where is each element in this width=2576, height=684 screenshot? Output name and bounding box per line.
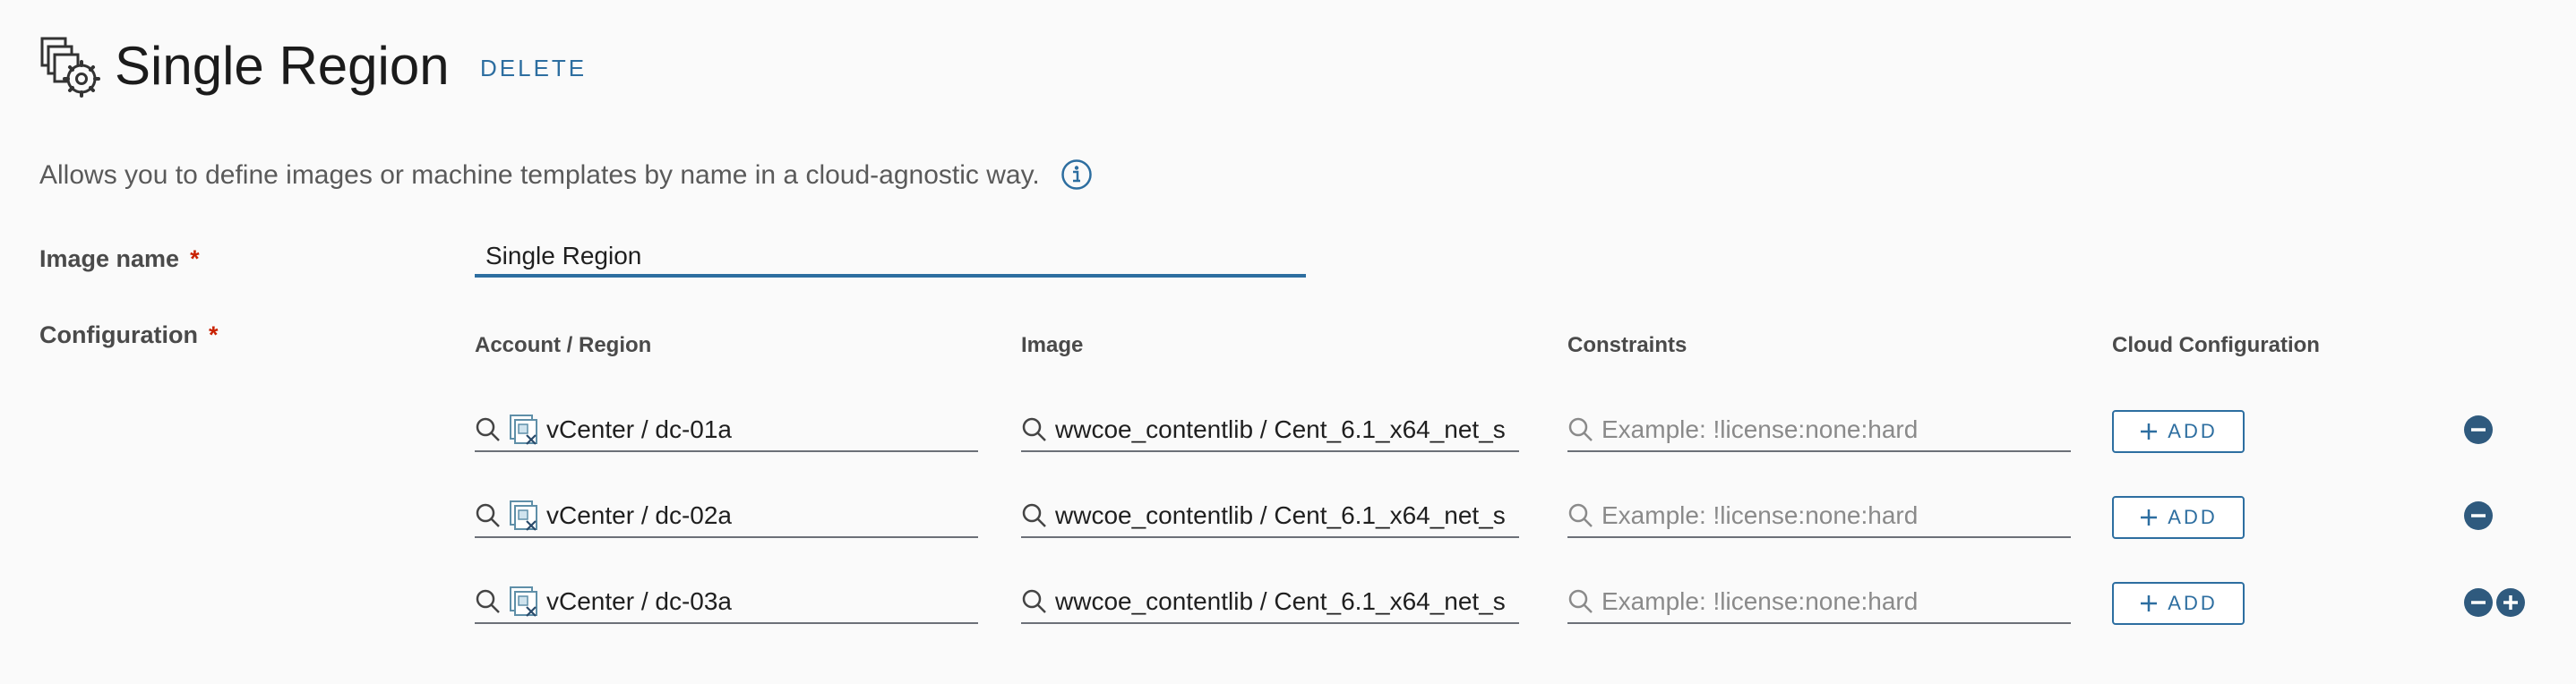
search-icon (1022, 417, 1046, 441)
search-icon (476, 417, 500, 441)
add-cloud-configuration-button[interactable]: ADD (2112, 410, 2245, 453)
delete-button[interactable]: DELETE (480, 54, 587, 82)
add-button-label: ADD (2168, 592, 2218, 614)
search-icon (1568, 589, 1593, 613)
account-region-value: vCenter / dc-02a (546, 501, 732, 529)
constraints-placeholder: Example: !license:none:hard (1601, 587, 1919, 615)
account-region-value: vCenter / dc-01a (546, 415, 732, 443)
account-region-field[interactable]: vCenter / dc-01a (475, 409, 978, 452)
constraints-placeholder: Example: !license:none:hard (1601, 415, 1919, 443)
add-cloud-configuration-button[interactable]: ADD (2112, 582, 2245, 625)
vcenter-account-icon (510, 500, 537, 531)
image-field[interactable]: wwcoe_contentlib / Cent_6.1_x64_net_s (1021, 409, 1519, 452)
account-region-value: vCenter / dc-03a (546, 587, 732, 615)
column-header-cloud-configuration: Cloud Configuration (2112, 333, 2320, 357)
info-circle-icon[interactable] (1060, 158, 1093, 191)
search-icon (1568, 417, 1593, 441)
vcenter-account-icon (510, 415, 537, 445)
account-region-field[interactable]: vCenter / dc-03a (475, 581, 978, 624)
required-marker: * (208, 321, 219, 348)
column-header-constraints: Constraints (1567, 333, 1687, 357)
column-header-image: Image (1021, 333, 1084, 357)
search-icon (476, 503, 500, 527)
account-region-field[interactable]: vCenter / dc-02a (475, 495, 978, 538)
image-value: wwcoe_contentlib / Cent_6.1_x64_net_s (1055, 587, 1506, 615)
plus-circle-icon[interactable] (2495, 587, 2526, 618)
add-button-label: ADD (2168, 420, 2218, 442)
image-profile-gear-icon (40, 37, 100, 98)
required-marker: * (190, 245, 200, 272)
search-icon (1022, 589, 1046, 613)
image-name-label: Image name * (39, 244, 200, 274)
plus-icon (2141, 423, 2158, 440)
image-name-label-text: Image name (39, 245, 180, 272)
constraints-placeholder: Example: !license:none:hard (1601, 501, 1919, 529)
constraints-field[interactable]: Example: !license:none:hard (1567, 581, 2071, 624)
add-button-label: ADD (2168, 506, 2218, 528)
image-value: wwcoe_contentlib / Cent_6.1_x64_net_s (1055, 415, 1506, 443)
image-value: wwcoe_contentlib / Cent_6.1_x64_net_s (1055, 501, 1506, 529)
search-icon (1022, 503, 1046, 527)
vcenter-account-icon (510, 586, 537, 617)
add-cloud-configuration-button[interactable]: ADD (2112, 496, 2245, 539)
search-icon (476, 589, 500, 613)
page-description: Allows you to define images or machine t… (39, 160, 1040, 190)
constraints-field[interactable]: Example: !license:none:hard (1567, 409, 2071, 452)
configuration-label-text: Configuration (39, 321, 198, 348)
minus-circle-icon[interactable] (2463, 587, 2494, 618)
minus-circle-icon[interactable] (2463, 415, 2494, 445)
image-name-input[interactable] (475, 238, 1306, 278)
column-header-account-region: Account / Region (475, 333, 652, 357)
image-field[interactable]: wwcoe_contentlib / Cent_6.1_x64_net_s (1021, 495, 1519, 538)
plus-icon (2141, 595, 2158, 611)
plus-icon (2141, 509, 2158, 526)
search-icon (1568, 503, 1593, 527)
constraints-field[interactable]: Example: !license:none:hard (1567, 495, 2071, 538)
image-field[interactable]: wwcoe_contentlib / Cent_6.1_x64_net_s (1021, 581, 1519, 624)
minus-circle-icon[interactable] (2463, 500, 2494, 531)
page-title: Single Region (115, 36, 450, 96)
configuration-label: Configuration * (39, 320, 218, 350)
